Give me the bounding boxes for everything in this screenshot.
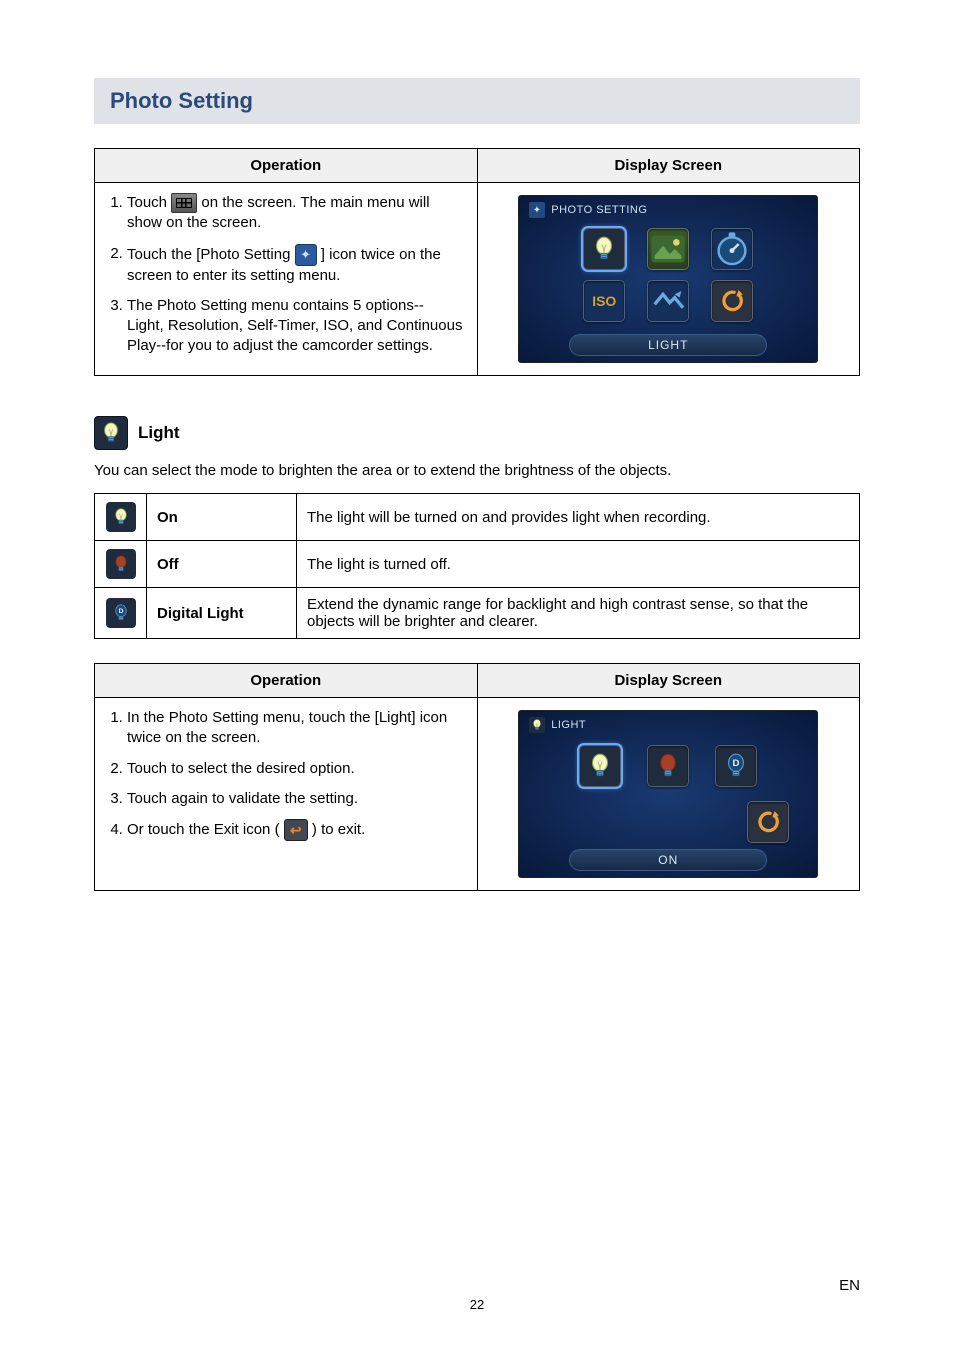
screen-title: LIGHT [551, 719, 586, 731]
mode-desc: The light will be turned on and provides… [297, 494, 860, 541]
footer: 22 EN [0, 1297, 954, 1312]
light-bulb-icon [94, 416, 128, 450]
exit-icon [284, 819, 308, 841]
tile-continuous[interactable] [647, 280, 689, 322]
screen-title: PHOTO SETTING [551, 204, 647, 216]
tile-light[interactable] [583, 228, 625, 270]
operation-table-1: Operation Display Screen Touch on the sc… [94, 148, 860, 376]
table-row: On The light will be turned on and provi… [95, 494, 860, 541]
step-1: In the Photo Setting menu, touch the [Li… [127, 708, 465, 749]
grid-menu-icon [171, 193, 197, 213]
gear-icon: ✦ [529, 202, 545, 218]
operation-table-2: Operation Display Screen In the Photo Se… [94, 663, 860, 891]
operation-cell: In the Photo Setting menu, touch the [Li… [95, 698, 478, 891]
step-2: Touch the [Photo Setting ] icon twice on… [127, 244, 465, 286]
table-row: Off The light is turned off. [95, 541, 860, 588]
light-bulb-icon [529, 717, 545, 733]
tile-iso[interactable]: ISO [583, 280, 625, 322]
col-operation: Operation [95, 664, 478, 698]
mode-desc: The light is turned off. [297, 541, 860, 588]
light-subtitle: Light [94, 416, 860, 450]
bulb-on-icon [106, 502, 136, 532]
mode-name: Off [147, 541, 297, 588]
page-number: 22 [0, 1297, 954, 1312]
photo-setting-icon [295, 244, 317, 266]
step-2: Touch to select the desired option. [127, 759, 465, 779]
section-title: Photo Setting [110, 88, 844, 114]
bulb-off-icon [106, 549, 136, 579]
screen-caption: ON [569, 849, 767, 871]
display-cell: LIGHT ON [477, 698, 860, 891]
table-row: Digital Light Extend the dynamic range f… [95, 588, 860, 639]
section-header: Photo Setting [94, 78, 860, 124]
device-screen-light: LIGHT ON [518, 710, 818, 878]
step-3: The Photo Setting menu contains 5 option… [127, 296, 465, 357]
language-code: EN [839, 1277, 860, 1294]
option-off[interactable] [647, 745, 689, 787]
option-digital[interactable] [715, 745, 757, 787]
mode-name: On [147, 494, 297, 541]
screen-caption: LIGHT [569, 334, 767, 356]
step-1: Touch on the screen. The main menu will … [127, 193, 465, 234]
light-intro: You can select the mode to brighten the … [94, 462, 860, 479]
tile-exit[interactable] [711, 280, 753, 322]
tile-exit[interactable] [747, 801, 789, 843]
step-3: Touch again to validate the setting. [127, 789, 465, 809]
mode-name: Digital Light [147, 588, 297, 639]
bulb-digital-icon [106, 598, 136, 628]
mode-desc: Extend the dynamic range for backlight a… [297, 588, 860, 639]
operation-cell: Touch on the screen. The main menu will … [95, 183, 478, 376]
light-modes-table: On The light will be turned on and provi… [94, 493, 860, 639]
tile-self-timer[interactable] [711, 228, 753, 270]
device-screen-photo-setting: ✦ PHOTO SETTING ISO LIGHT [518, 195, 818, 363]
col-display: Display Screen [477, 664, 860, 698]
col-operation: Operation [95, 149, 478, 183]
step-4: Or touch the Exit icon ( ) to exit. [127, 819, 465, 841]
display-cell: ✦ PHOTO SETTING ISO LIGHT [477, 183, 860, 376]
option-on[interactable] [579, 745, 621, 787]
